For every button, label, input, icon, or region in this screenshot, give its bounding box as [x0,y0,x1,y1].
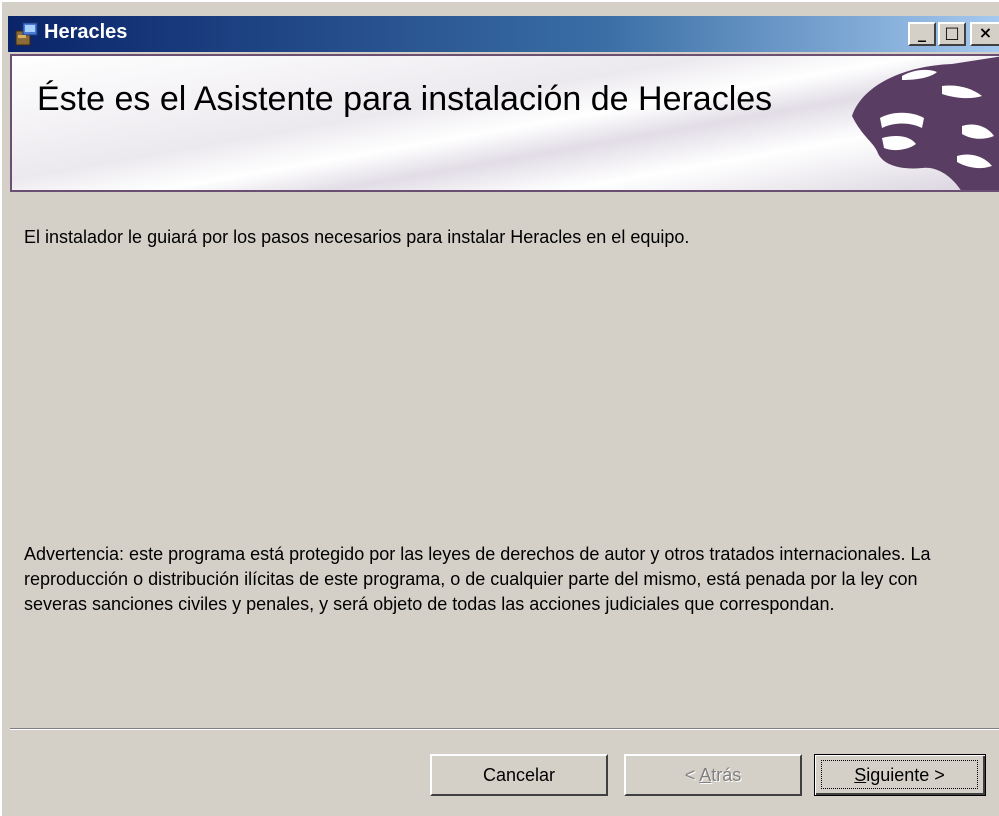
close-button[interactable]: × [970,22,999,46]
back-button[interactable]: < Atrás [624,754,802,796]
next-button-rest: iguiente > [866,765,945,785]
installer-app-icon [15,22,38,46]
back-button-rest: trás [711,765,742,785]
title-bar[interactable]: Heracles _ □ × [8,16,999,52]
back-button-accel: A [699,765,712,785]
next-button-accel: S [854,765,867,785]
banner-title: Éste es el Asistente para instalación de… [37,80,773,118]
heracles-logo-icon [852,56,999,190]
next-button-focus-rect: Siguiente > [821,760,978,789]
back-button-prefix: < [684,765,700,785]
header-banner: Éste es el Asistente para instalación de… [10,54,999,192]
cancel-button[interactable]: Cancelar [430,754,608,796]
maximize-button[interactable]: □ [938,22,966,46]
minimize-button[interactable]: _ [908,22,936,46]
button-separator [10,728,999,730]
window-title: Heracles [44,21,128,43]
installer-window: Heracles _ □ × Éste es el Asistente para… [0,0,999,816]
intro-text: El instalador le guiará por los pasos ne… [24,227,690,247]
copyright-warning: Advertencia: este programa está protegid… [24,544,931,614]
next-button[interactable]: Siguiente > [814,754,986,796]
